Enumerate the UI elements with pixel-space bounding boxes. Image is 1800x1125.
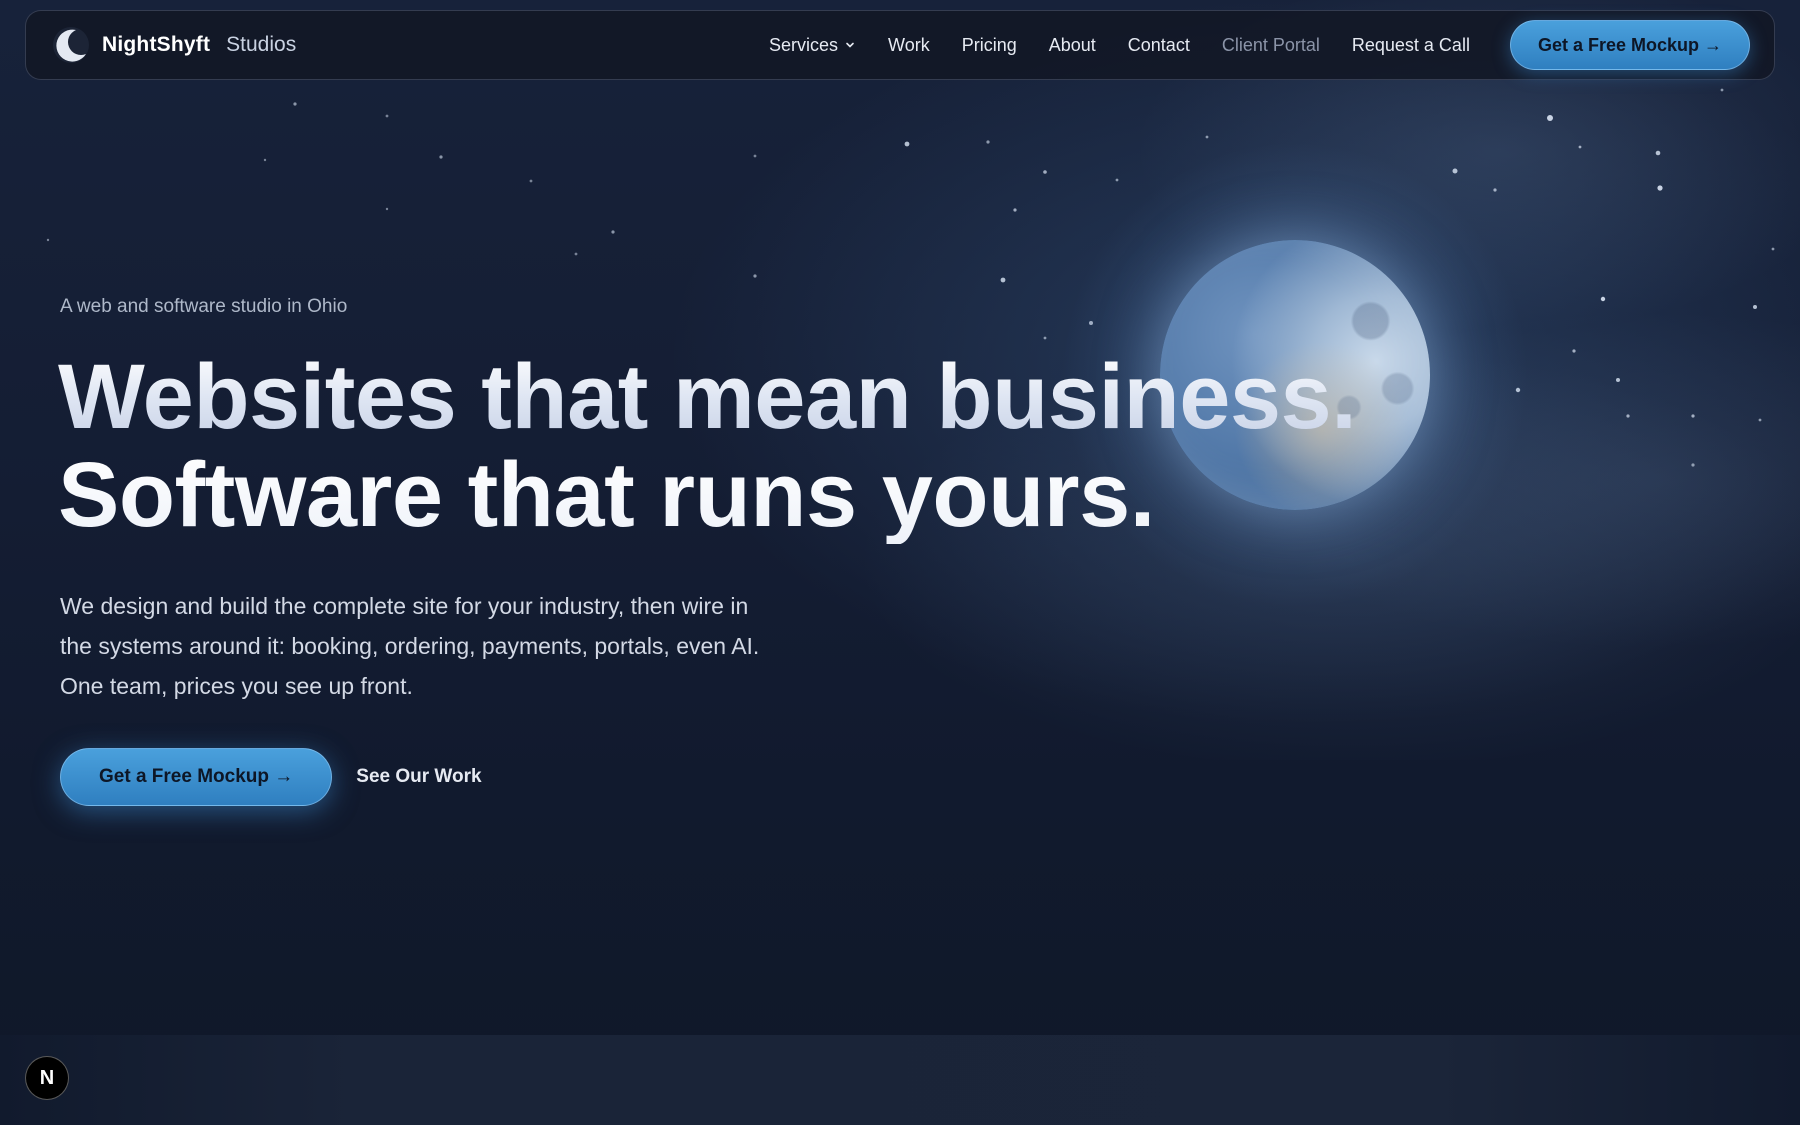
nav-link-work[interactable]: Work bbox=[888, 35, 930, 56]
brand-name: NightShyft bbox=[102, 33, 211, 56]
nav-link-client-portal[interactable]: Client Portal bbox=[1222, 35, 1320, 56]
hero-eyebrow: A web and software studio in Ohio bbox=[60, 296, 348, 317]
nav-links: Services Work Pricing About Contact Clie… bbox=[769, 35, 1470, 56]
brand-suffix: Studios bbox=[226, 33, 297, 56]
nav-link-pricing[interactable]: Pricing bbox=[962, 35, 1017, 56]
crescent-moon-icon bbox=[53, 27, 89, 63]
nav-link-label: Services bbox=[769, 34, 839, 55]
brand-home-link[interactable]: NightShyft Studios bbox=[50, 24, 296, 66]
hero-free-mockup-button[interactable]: Get a Free Mockup → bbox=[60, 748, 333, 806]
n-badge-button[interactable]: N bbox=[25, 1056, 69, 1100]
hero-headline: Websites that mean business. Software th… bbox=[58, 348, 1458, 544]
top-navigation: NightShyft Studios Services Work Pricing… bbox=[25, 10, 1775, 80]
next-section-edge bbox=[0, 1035, 1800, 1125]
nav-free-mockup-button[interactable]: Get a Free Mockup → bbox=[1509, 20, 1750, 70]
see-our-work-link[interactable]: See Our Work bbox=[356, 766, 481, 788]
headline-line-1: Websites that mean business. bbox=[58, 348, 1458, 446]
headline-line-2: Software that runs yours. bbox=[58, 446, 1458, 544]
nav-link-services[interactable]: Services bbox=[769, 35, 856, 56]
page: NightShyft Studios Services Work Pricing… bbox=[0, 0, 1800, 1125]
hero-cta-row: Get a Free Mockup → See Our Work bbox=[60, 748, 482, 806]
nav-link-request-call[interactable]: Request a Call bbox=[1352, 35, 1470, 56]
nav-link-contact[interactable]: Contact bbox=[1128, 35, 1190, 56]
hero-description: We design and build the complete site fo… bbox=[60, 593, 760, 699]
chevron-down-icon bbox=[846, 42, 854, 48]
nav-link-about[interactable]: About bbox=[1049, 35, 1096, 56]
